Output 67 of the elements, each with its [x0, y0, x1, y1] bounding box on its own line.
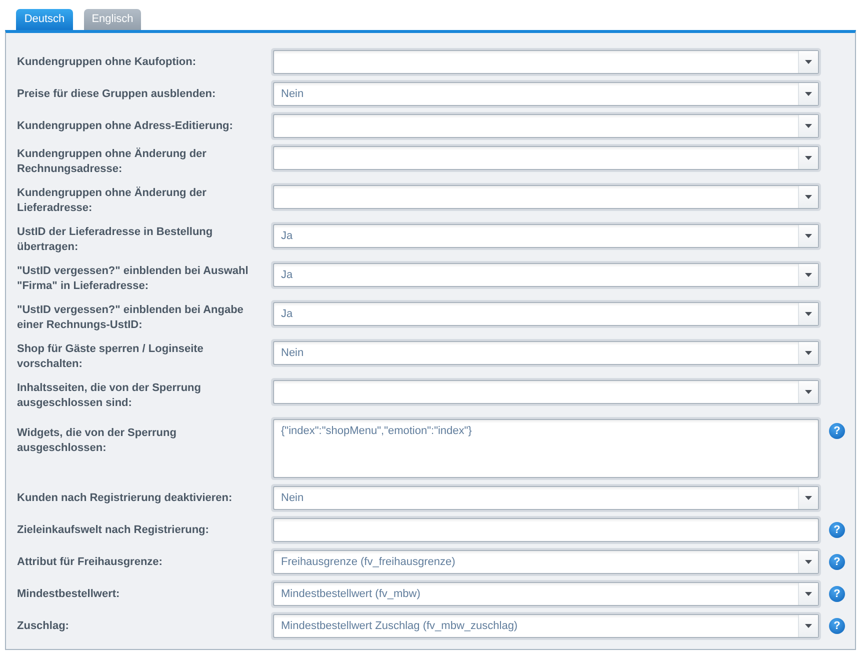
caret-icon [805, 624, 812, 628]
dropdown-field[interactable]: Nein [271, 339, 821, 367]
caret-icon [805, 124, 812, 128]
dropdown-field[interactable] [271, 48, 821, 76]
text-area[interactable]: {"index":"shopMenu","emotion":"index"} [271, 417, 821, 480]
field-label: Zuschlag: [17, 619, 70, 634]
dropdown-button[interactable] [798, 115, 818, 137]
field-label: Attribut für Freihausgrenze: [17, 555, 164, 570]
field-label: Inhaltsseiten, die von der Sperrung ausgeschlossen sind: [17, 381, 202, 411]
field-label: Widgets, die von der Sperrung ausgeschlossen: [17, 426, 178, 456]
dropdown-field[interactable] [271, 378, 821, 406]
field-label: Kundengruppen ohne Adress-Editierung: [17, 119, 234, 134]
caret-icon [805, 560, 812, 564]
dropdown-field[interactable]: Mindestbestellwert Zuschlag (fv_mbw_zuschlag) [271, 612, 821, 640]
dropdown-field[interactable]: Nein [271, 80, 821, 108]
dropdown-button[interactable] [798, 147, 818, 169]
caret-icon [805, 156, 812, 160]
field-label: Preise für diese Gruppen ausblenden: [17, 87, 217, 102]
dropdown-button[interactable] [798, 583, 818, 605]
dropdown-button[interactable] [798, 381, 818, 403]
field-label: Kunden nach Registrierung deaktivieren: [17, 491, 234, 506]
dropdown-button[interactable] [798, 225, 818, 247]
dropdown-button[interactable] [798, 51, 818, 73]
help-icon[interactable]: ? [829, 586, 845, 602]
field-label: Kundengruppen ohne Änderung der Lieferadresse: [17, 186, 208, 216]
dropdown-field[interactable]: Mindestbestellwert (fv_mbw) [271, 580, 821, 608]
dropdown-button[interactable] [798, 83, 818, 105]
help-icon[interactable]: ? [829, 423, 845, 439]
dropdown-field[interactable] [271, 144, 821, 172]
field-label: "UstID vergessen?" einblenden bei Auswahl "Firma" in Lieferadresse: [17, 264, 250, 294]
caret-icon [805, 273, 812, 277]
dropdown-field[interactable]: Nein [271, 484, 821, 512]
dropdown-button[interactable] [798, 487, 818, 509]
caret-icon [805, 234, 812, 238]
dropdown-button[interactable] [798, 615, 818, 637]
tab[interactable]: Englisch [84, 9, 141, 30]
caret-icon [805, 92, 812, 96]
caret-icon [805, 312, 812, 316]
caret-icon [805, 496, 812, 500]
caret-icon [805, 390, 812, 394]
dropdown-button[interactable] [798, 551, 818, 573]
caret-icon [805, 351, 812, 355]
field-label: "UstID vergessen?" einblenden bei Angabe einer Rechnungs-UstID: [17, 303, 244, 333]
dropdown-field[interactable] [271, 112, 821, 140]
caret-icon [805, 60, 812, 64]
dropdown-field[interactable] [271, 183, 821, 211]
field-label: Kundengruppen ohne Änderung der Rechnungsadresse: [17, 146, 208, 177]
tab[interactable]: Deutsch [16, 9, 73, 30]
field-label: Mindestbestellwert: [17, 587, 121, 602]
caret-icon [805, 195, 812, 199]
caret-icon [805, 592, 812, 596]
field-label: Zieleinkaufswelt nach Registrierung: [17, 523, 210, 538]
dropdown-button[interactable] [798, 264, 818, 286]
help-icon[interactable]: ? [829, 554, 845, 570]
dropdown-field[interactable]: Ja [271, 300, 821, 328]
dropdown-button[interactable] [798, 303, 818, 325]
field-label: Shop für Gäste sperren / Loginseite vorschalten: [17, 342, 204, 372]
dropdown-field[interactable]: Ja [271, 222, 821, 250]
help-icon[interactable]: ? [829, 522, 845, 538]
field-label: UstID der Lieferadresse in Bestellung übertragen: [17, 225, 214, 255]
help-icon[interactable]: ? [829, 618, 845, 634]
dropdown-button[interactable] [798, 342, 818, 364]
field-label: Kundengruppen ohne Kaufoption: [17, 55, 198, 70]
text-field[interactable] [271, 516, 821, 544]
dropdown-field[interactable]: Freihausgrenze (fv_freihausgrenze) [271, 548, 821, 576]
dropdown-button[interactable] [798, 186, 818, 208]
dropdown-field[interactable]: Ja [271, 261, 821, 289]
